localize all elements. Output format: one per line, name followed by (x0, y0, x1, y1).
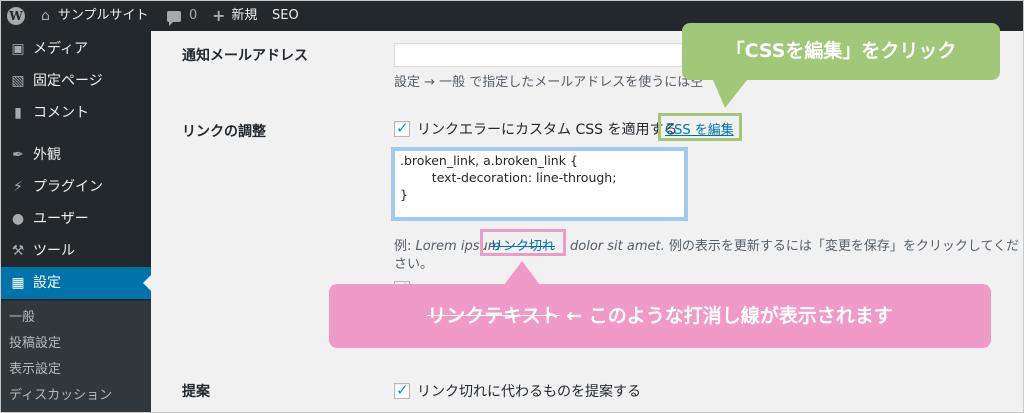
sidebar-item-media[interactable]: ▣ メディア (1, 33, 151, 65)
comment-icon: ▮ (14, 105, 22, 121)
sidebar-item-label: 設定 (33, 275, 61, 291)
home-icon: ⌂ (41, 8, 50, 24)
strike-callout-text: ← このような打消し線が表示されます (559, 305, 893, 327)
sidebar-item-label: ユーザー (33, 211, 89, 227)
screenshot-frame: W ⌂ サンプルサイト 0 + 新規 SEO ▣ メディア ▧ 固定ページ ▮ … (0, 0, 1024, 413)
link-adjust-label: リンクの調整 (182, 124, 266, 140)
example-suffix: 例の表示を更新するには「変更を保存」をクリックしてくだ (664, 239, 1020, 254)
sidebar-item-label: プラグイン (33, 179, 103, 195)
edit-css-highlight (658, 113, 742, 141)
email-field[interactable] (394, 43, 686, 67)
settings-icon: ▦ (11, 275, 25, 291)
sidebar-item-settings[interactable]: ▦ 設定 (1, 267, 151, 299)
wrench-icon: ⚒ (11, 243, 25, 259)
css-line: .broken_link, a.broken_link { (400, 153, 578, 168)
sidebar-item-label: 外観 (33, 147, 61, 163)
pink-callout-tail (504, 261, 540, 285)
strike-sample-text: リンクテキスト (427, 305, 560, 327)
new-content-link[interactable]: + 新規 (212, 1, 257, 31)
settings-submenu: 一般 投稿設定 表示設定 ディスカッション (1, 301, 151, 412)
comment-bubble-icon (167, 10, 181, 26)
sidebar-item-appearance[interactable]: ✒ 外観 (1, 139, 151, 171)
example-italic-text-2: dolor sit amet. (570, 239, 665, 254)
example-label: 例: (394, 239, 416, 254)
css-line: } (400, 187, 408, 202)
suggest-option-label: リンク切れに代わるものを提案する (417, 384, 641, 400)
email-description: 設定 → 一般 で指定したメールアドレスを使うには空 (394, 75, 704, 90)
example-rest: dolor sit amet. 例の表示を更新するには「変更を保存」をクリックし… (570, 235, 1019, 254)
sidebar-item-label: コメント (33, 105, 89, 121)
custom-css-checkbox[interactable] (394, 119, 410, 137)
suggest-label: 提案 (182, 384, 210, 400)
submenu-item-reading[interactable]: 表示設定 (9, 358, 61, 382)
sidebar-item-label: ツール (33, 243, 75, 259)
sidebar-item-tools[interactable]: ⚒ ツール (1, 235, 151, 267)
brush-icon: ✒ (12, 147, 24, 163)
page-icon: ▧ (11, 73, 25, 89)
comment-count: 0 (189, 8, 198, 23)
suggest-checkbox[interactable] (394, 381, 410, 399)
seo-label: SEO (272, 8, 299, 23)
seo-menu[interactable]: SEO (272, 1, 299, 31)
strike-callout: リンクテキスト ← このような打消し線が表示されます (329, 284, 991, 348)
comments-link[interactable]: 0 (167, 1, 197, 31)
submenu-item-writing[interactable]: 投稿設定 (9, 332, 61, 356)
custom-css-textarea[interactable]: .broken_link, a.broken_link { text-decor… (391, 147, 688, 221)
submenu-item-discussion[interactable]: ディスカッション (9, 384, 112, 408)
new-label: 新規 (231, 8, 258, 23)
sidebar-item-label: 固定ページ (33, 73, 103, 89)
wordpress-logo-icon[interactable]: W (7, 1, 27, 31)
sidebar-item-plugins[interactable]: ⚡ プラグイン (1, 171, 151, 203)
plus-icon: + (212, 6, 226, 25)
sidebar-item-label: メディア (33, 41, 89, 57)
admin-sidebar: ▣ メディア ▧ 固定ページ ▮ コメント ✒ 外観 ⚡ プラグイン ● ユーザ… (1, 31, 151, 412)
media-icon: ▣ (11, 41, 25, 57)
edit-css-callout: 「CSSを編集」をクリック (682, 23, 1000, 80)
css-line: text-decoration: line-through; (400, 170, 617, 185)
plugin-icon: ⚡ (13, 179, 23, 195)
site-name-link[interactable]: ⌂ サンプルサイト (41, 1, 149, 31)
sidebar-item-users[interactable]: ● ユーザー (1, 203, 151, 235)
green-callout-tail (713, 80, 747, 108)
strike-example-highlight (480, 229, 566, 256)
sidebar-item-comments[interactable]: ▮ コメント (1, 97, 151, 129)
custom-css-option-label: リンクエラーにカスタム CSS を適用する (417, 122, 678, 138)
example-suffix-2: さい。 (394, 257, 434, 272)
site-name: サンプルサイト (57, 8, 149, 23)
user-icon: ● (11, 211, 25, 227)
sidebar-item-pages[interactable]: ▧ 固定ページ (1, 65, 151, 97)
submenu-item-general[interactable]: 一般 (9, 306, 35, 330)
email-label: 通知メールアドレス (182, 48, 308, 64)
